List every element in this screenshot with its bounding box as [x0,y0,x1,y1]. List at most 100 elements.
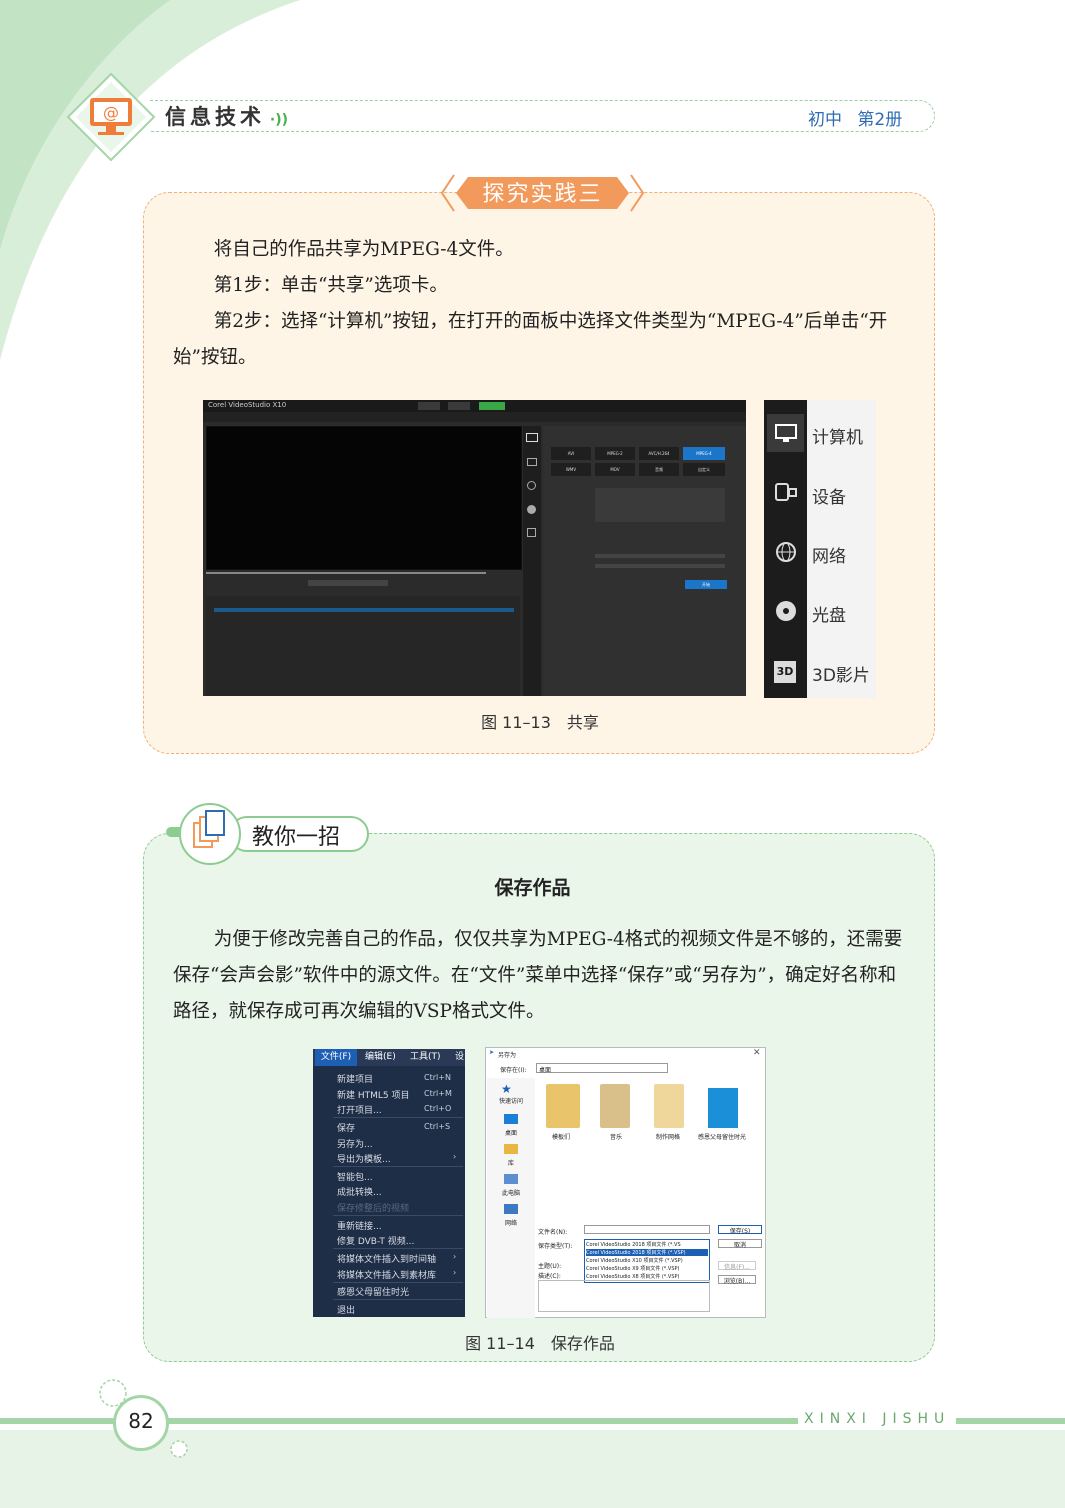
share-option-web[interactable]: 网络 [812,542,846,567]
place-network[interactable]: 网络 [505,1218,517,1227]
menu-item-repair-dvbt[interactable]: 修复 DVB-T 视频... [337,1234,414,1247]
desktop-icon[interactable] [504,1114,518,1124]
format-mpeg2[interactable]: MPEG-2 [595,447,635,460]
vs-scrubber[interactable] [206,572,486,574]
menu-item-batch-convert[interactable]: 成批转换... [337,1185,382,1198]
disc-icon[interactable] [527,505,536,514]
menu-tools[interactable]: 工具(T) [410,1049,441,1066]
menu-item-smart-package[interactable]: 智能包... [337,1170,373,1183]
folder-icon[interactable] [600,1084,630,1128]
format-custom[interactable]: 自定义 [683,463,725,476]
device-icon[interactable] [775,482,797,502]
filetype-option[interactable]: Corel VideoStudio X8 项目文件 (*.VSP) [586,1273,679,1280]
vs-titlebar: Corel VideoStudio X10 [203,400,746,412]
filetype-option[interactable]: Corel VideoStudio X9 项目文件 (*.VSP) [586,1265,679,1272]
explore-text: 将自己的作品共享为MPEG-4文件。 第1步：单击“共享”选项卡。 第2步：选择… [173,232,908,376]
menu-item-save[interactable]: 保存 [337,1121,355,1134]
info-button: 信息(F)... [718,1261,756,1271]
menu-item-recent-project[interactable]: 感恩父母留住时光 [337,1285,409,1298]
shortcut: Ctrl+O [424,1104,452,1113]
menu-file[interactable]: 文件(F) [315,1049,357,1066]
file-name[interactable]: 模板们 [552,1132,570,1141]
start-button[interactable]: 开始 [685,580,727,589]
device-icon[interactable] [527,458,537,466]
file-menu-screenshot: 文件(F) 编辑(E) 工具(T) 设 新建项目 Ctrl+N 新建 HTML5… [313,1049,465,1317]
menu-edit[interactable]: 编辑(E) [365,1049,396,1066]
share-option-disc[interactable]: 光盘 [812,601,846,626]
shortcut: Ctrl+S [424,1122,451,1131]
figure-caption-11-14: 图 11–14 保存作品 [465,1334,615,1353]
vs-info-area [206,596,520,696]
vs-tab-edit[interactable] [448,402,470,410]
format-mpeg4[interactable]: MPEG-4 [683,447,725,460]
vs-tab-share[interactable] [479,402,505,410]
share-option-computer[interactable]: 计算机 [812,423,863,448]
folder-icon[interactable] [654,1084,684,1128]
folder-icon[interactable] [546,1084,580,1128]
videostudio-screenshot: Corel VideoStudio X10 AVI MPEG-2 AVC/H.2… [203,400,746,696]
file-name[interactable]: 音乐 [610,1132,622,1141]
network-icon[interactable] [504,1204,518,1214]
disc-icon[interactable] [775,600,797,622]
vs-filelocation-field[interactable] [595,564,725,568]
menu-settings[interactable]: 设 [455,1049,464,1066]
menu-item-insert-timeline[interactable]: 将媒体文件插入到时间轴 [337,1252,436,1265]
web-icon[interactable] [527,481,536,490]
filetype-option[interactable]: Corel VideoStudio 2018 项目文件 (*.VSP) [586,1249,708,1256]
description-input[interactable] [538,1280,710,1312]
close-icon[interactable]: ✕ [753,1048,761,1058]
filetype-option[interactable]: Corel VideoStudio X10 项目文件 (*.VSP) [586,1257,683,1264]
shortcut: Ctrl+N [424,1073,451,1082]
share-options-icon-strip: 3D [764,400,807,698]
project-file-icon[interactable] [708,1088,738,1128]
format-avc[interactable]: AVC/H.264 [639,447,679,460]
vs-playback-controls[interactable] [308,580,388,586]
filetype-dropdown[interactable]: Corel VideoStudio 2018 项目文件 (*.VS Corel … [584,1239,710,1283]
menu-item-insert-library[interactable]: 将媒体文件插入到素材库 [337,1268,436,1281]
browse-button[interactable]: 浏览(B)... [718,1275,756,1285]
format-audio[interactable]: 音频 [639,463,679,476]
file-name[interactable]: 感恩父母留住时光 [698,1132,746,1141]
format-wmv[interactable]: WMV [551,463,591,476]
vs-progress-bar [214,608,514,612]
file-name[interactable]: 制作网格 [656,1132,680,1141]
3d-icon[interactable]: 3D [774,661,796,683]
menu-divider [333,1215,463,1216]
vs-filename-field[interactable] [595,554,725,558]
menu-item-exit[interactable]: 退出 [337,1303,355,1316]
format-avi[interactable]: AVI [551,447,591,460]
tips-tag-label: 教你一招 [252,825,341,850]
share-option-device[interactable]: 设备 [812,483,846,508]
library-icon[interactable] [504,1144,518,1154]
place-this-pc[interactable]: 此电脑 [502,1188,520,1197]
menu-item-relink[interactable]: 重新链接... [337,1219,382,1232]
save-as-dialog: ➤ 另存为 ✕ 保存在(I): 桌面 ★ 快速访问 桌面 库 此电脑 网络 模板… [485,1047,766,1318]
3d-icon[interactable] [527,528,536,537]
menu-item-export-template[interactable]: 导出为模板... [337,1152,391,1165]
menu-item-save-as[interactable]: 另存为... [337,1137,373,1150]
save-in-dropdown[interactable]: 桌面 [536,1063,668,1074]
menu-item-new-html5[interactable]: 新建 HTML5 项目 [337,1088,410,1101]
menu-item-open[interactable]: 打开项目... [337,1103,382,1116]
globe-icon[interactable] [775,541,797,563]
place-quick-access[interactable]: 快速访问 [499,1096,523,1105]
place-desktop[interactable]: 桌面 [505,1128,517,1137]
shortcut: Ctrl+M [424,1089,452,1098]
save-button[interactable]: 保存(S) [718,1225,762,1235]
computer-icon[interactable] [526,433,538,442]
save-in-label: 保存在(I): [500,1067,527,1074]
tips-paragraph: 为便于修改完善自己的作品，仅仅共享为MPEG-4格式的视频文件是不够的，还需要保… [173,929,903,1022]
menu-item-new-project[interactable]: 新建项目 [337,1072,373,1085]
vs-tab-capture[interactable] [418,402,440,410]
place-library[interactable]: 库 [508,1158,514,1167]
save-in-value: 桌面 [539,1067,552,1074]
vs-share-sidebar [523,426,541,696]
filename-input[interactable] [584,1225,710,1234]
share-option-3d[interactable]: 3D影片 [812,661,870,686]
explore-para-2: 第1步：单击“共享”选项卡。 [213,275,448,296]
monitor-icon[interactable] [775,424,797,444]
quick-access-icon[interactable]: ★ [501,1082,512,1096]
pc-icon[interactable] [504,1174,518,1184]
format-mov[interactable]: MOV [595,463,635,476]
cancel-button[interactable]: 取消 [718,1239,762,1249]
